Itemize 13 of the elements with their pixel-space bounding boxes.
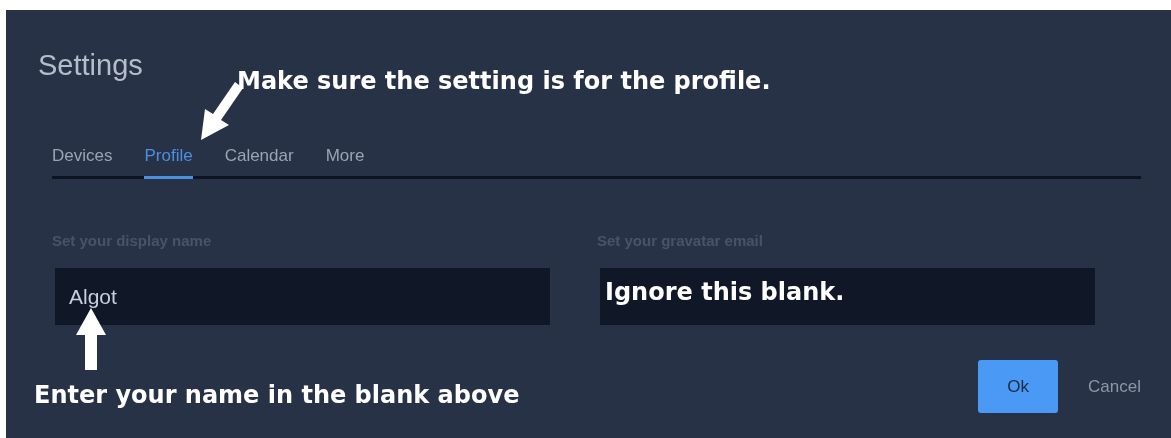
window-title: Settings xyxy=(38,48,143,82)
tab[interactable]: Devices xyxy=(52,146,113,179)
annotation-text: Make sure the setting is for the profile. xyxy=(237,67,771,95)
arrow-icon xyxy=(76,308,106,370)
cancel-button[interactable]: Cancel xyxy=(1088,376,1141,397)
annotation-text: Enter your name in the blank above xyxy=(34,381,520,409)
input-field[interactable] xyxy=(600,268,1095,325)
tab[interactable]: Profile xyxy=(144,146,193,179)
ok-button[interactable]: Ok xyxy=(978,360,1059,413)
annotation-text: Ignore this blank. xyxy=(605,278,845,306)
input-field[interactable]: Algot xyxy=(55,268,550,325)
tab[interactable]: More xyxy=(325,146,365,179)
tab[interactable]: Calendar xyxy=(224,146,294,179)
